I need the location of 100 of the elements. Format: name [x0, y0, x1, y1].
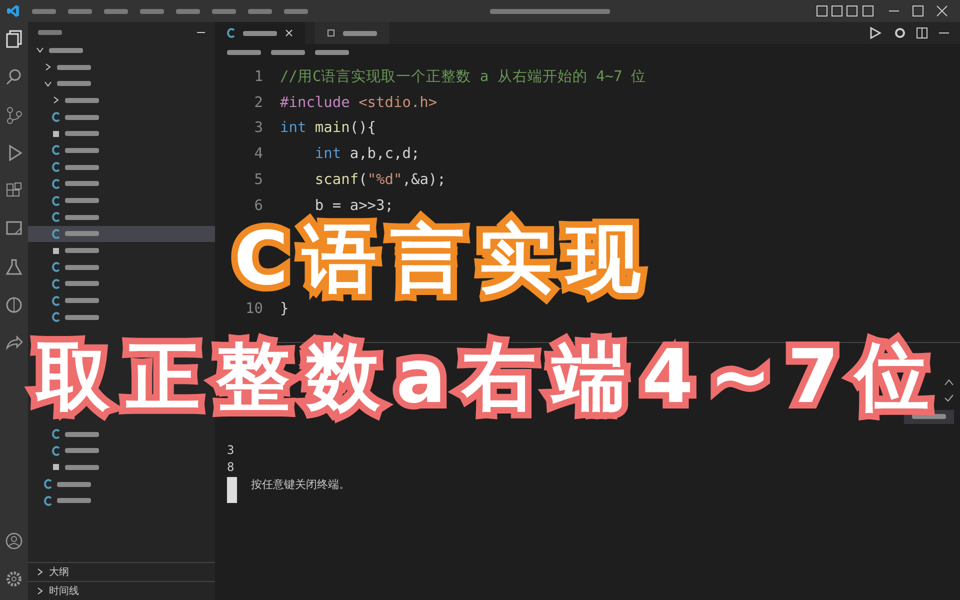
c-file-icon — [227, 28, 235, 38]
blurred-menu-label — [176, 8, 200, 14]
file-icon — [52, 130, 60, 138]
file-icon — [52, 246, 60, 255]
line-number: 2 — [253, 94, 264, 111]
section-label: 大纲 — [49, 566, 69, 579]
blurred-file-name — [65, 231, 99, 236]
c-file-icon — [52, 178, 60, 189]
split-editor-icon[interactable] — [916, 27, 928, 39]
blurred-file-name — [65, 98, 99, 103]
code-line: scanf("%d",&a); — [314, 172, 446, 188]
blurred-file-name — [65, 114, 99, 120]
layout-icon[interactable] — [816, 5, 876, 17]
close-icon[interactable] — [285, 29, 293, 37]
blurred-breadcrumb — [227, 50, 261, 54]
c-file-icon — [52, 312, 60, 322]
share-icon[interactable] — [5, 334, 23, 352]
blurred-menu-label — [284, 8, 308, 14]
blurred-file-name — [65, 264, 99, 270]
blurred-file-name — [65, 281, 99, 286]
file-icon — [327, 29, 335, 37]
blurred-file-name — [65, 464, 99, 470]
c-file-icon — [52, 112, 60, 122]
blurred-menu-label — [32, 8, 56, 14]
chevron-down-icon — [36, 46, 44, 54]
c-file-icon — [52, 228, 60, 239]
settings-icon[interactable] — [5, 570, 23, 588]
code-line: int main(){ — [280, 120, 376, 136]
line-number: 1 — [253, 68, 264, 85]
code-line: #include <stdio.h> — [280, 94, 438, 111]
code-line: b = a>>3; — [314, 198, 394, 214]
file-icon — [52, 463, 60, 472]
search-icon[interactable] — [5, 68, 23, 86]
c-file-icon — [44, 496, 52, 506]
line-number: 6 — [253, 198, 264, 214]
chevron-right-icon — [36, 568, 44, 576]
terminal-output: 3 — [227, 442, 236, 459]
gear-icon[interactable] — [894, 27, 906, 39]
line-number: 4 — [253, 146, 264, 162]
panel-section-header[interactable]: 大纲 — [28, 562, 215, 581]
line-number: 3 — [253, 120, 264, 136]
check-icon[interactable] — [944, 394, 954, 402]
maximize-icon[interactable] — [912, 5, 924, 17]
blurred-menu-label — [212, 8, 236, 14]
line-number: 10 — [244, 301, 264, 318]
blurred-file-name — [65, 248, 99, 254]
blurred-file-name — [65, 314, 99, 320]
editor-tab[interactable] — [215, 22, 305, 44]
terminal-message: 按任意键关闭终端。 — [251, 476, 350, 492]
source-control-icon[interactable] — [5, 106, 23, 124]
blurred-file-name — [57, 81, 91, 86]
code-line: } — [280, 301, 289, 318]
file-tree-item[interactable] — [28, 226, 215, 242]
c-file-icon — [52, 446, 60, 456]
blurred-menu-label — [140, 8, 164, 14]
blurred-file-name — [65, 214, 99, 220]
c-file-icon — [52, 145, 60, 156]
account-icon[interactable] — [5, 532, 23, 550]
globe-icon[interactable] — [5, 296, 23, 314]
terminal-output: 8 — [227, 460, 236, 476]
c-file-icon — [44, 479, 52, 490]
blurred-menu-label — [68, 8, 92, 14]
blurred-menu-label — [104, 8, 128, 14]
blurred-breadcrumb — [271, 50, 305, 54]
c-file-icon — [52, 296, 60, 306]
blurred-file-name — [49, 48, 83, 53]
blurred-panel-title — [38, 30, 62, 34]
blurred-tab-name — [343, 30, 377, 36]
chevron-right-icon — [44, 63, 52, 72]
editor-tab[interactable] — [315, 22, 389, 44]
app-logo-icon — [6, 4, 20, 18]
blurred-file-name — [65, 432, 99, 437]
blurred-breadcrumb — [315, 50, 349, 54]
close-icon[interactable] — [936, 5, 948, 17]
c-file-icon — [52, 429, 60, 440]
blurred-file-name — [65, 298, 99, 304]
panel-section-header[interactable]: 时间线 — [28, 581, 215, 600]
flask-icon[interactable] — [5, 258, 23, 276]
blurred-file-name — [65, 198, 99, 204]
section-label: 时间线 — [49, 584, 79, 598]
c-file-icon — [52, 262, 60, 272]
c-file-icon — [52, 278, 60, 289]
code-line: int a,b,c,d; — [314, 146, 420, 162]
chevron-down-icon — [44, 80, 52, 88]
blurred-file-name — [65, 448, 99, 454]
blurred-file-name — [65, 164, 99, 170]
files-icon[interactable] — [5, 30, 23, 48]
chevron-right-icon — [52, 96, 60, 104]
chevron-right-icon — [36, 587, 44, 595]
line-number: 5 — [253, 172, 264, 188]
chevron-up-icon[interactable] — [944, 378, 954, 386]
blurred-file-name — [57, 482, 91, 487]
c-file-icon — [52, 162, 60, 172]
blurred-file-name — [57, 64, 91, 70]
blurred-menu-label — [248, 8, 272, 14]
blurred-file-name — [65, 181, 99, 186]
code-line: //用C语言实现取一个正整数 a 从右端开始的 4~7 位 — [280, 68, 646, 86]
run-icon[interactable] — [868, 26, 884, 40]
blurred-tab-name — [243, 30, 277, 36]
c-file-icon — [52, 212, 60, 222]
